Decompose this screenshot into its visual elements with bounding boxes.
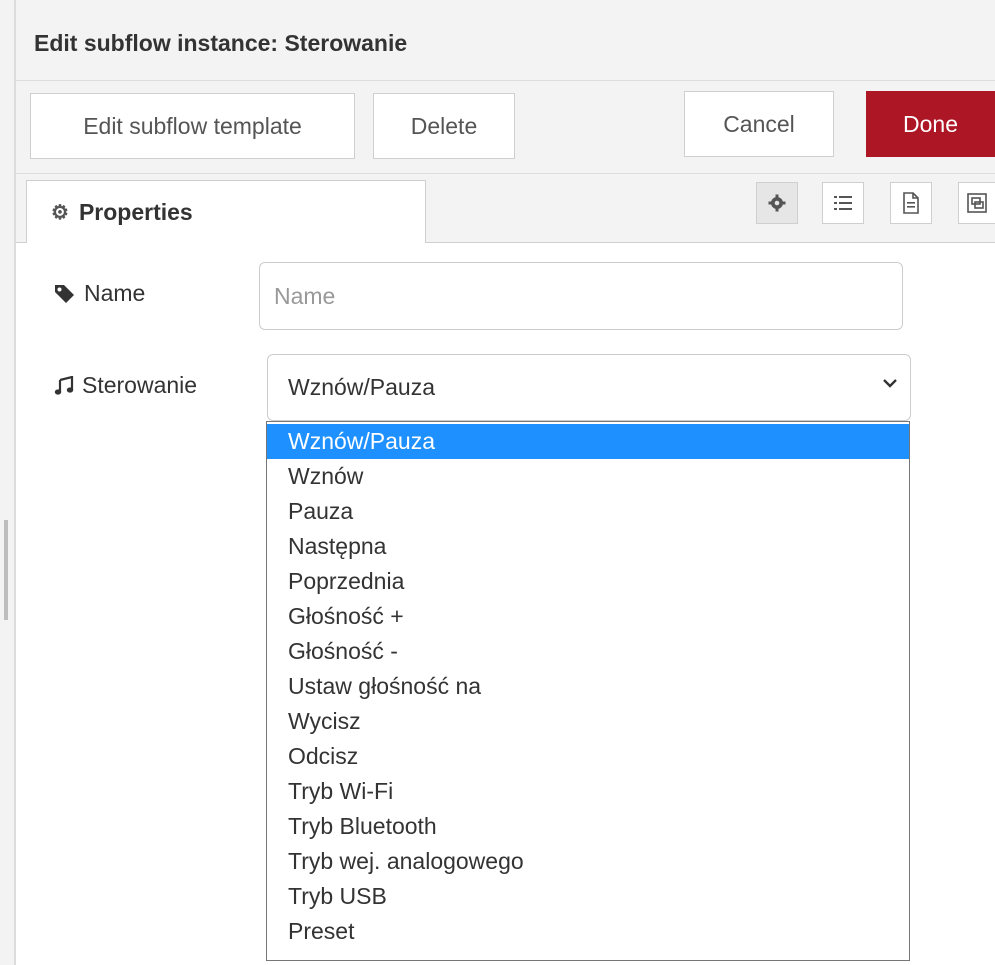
music-icon bbox=[54, 375, 74, 396]
control-dropdown-list: Wznów/Pauza Wznów Pauza Następna Poprzednia G… bbox=[266, 421, 910, 961]
name-label-text: Name bbox=[84, 280, 146, 306]
name-label: Name bbox=[54, 280, 145, 307]
dropdown-option[interactable]: Pauza bbox=[267, 494, 909, 529]
dropdown-option[interactable]: Następna bbox=[267, 529, 909, 564]
gear-icon: ⚙ bbox=[51, 201, 69, 224]
tab-properties[interactable]: ⚙ Properties bbox=[26, 180, 426, 243]
object-group-icon bbox=[967, 193, 987, 213]
dropdown-option[interactable]: Tryb Bluetooth bbox=[267, 809, 909, 844]
tab-bar: ⚙ Properties bbox=[16, 174, 995, 243]
edit-subflow-template-button[interactable]: Edit subflow template bbox=[30, 93, 355, 159]
control-select[interactable]: Wznów/Pauza bbox=[267, 354, 911, 421]
dialog-header: Edit subflow instance: Sterowanie bbox=[16, 0, 995, 81]
dropdown-option[interactable]: Poprzednia bbox=[267, 564, 909, 599]
dropdown-option[interactable]: Tryb USB bbox=[267, 879, 909, 914]
tab-description[interactable] bbox=[822, 182, 864, 224]
dialog-title: Edit subflow instance: Sterowanie bbox=[34, 30, 408, 56]
dropdown-option[interactable]: Głośność - bbox=[267, 634, 909, 669]
delete-button[interactable]: Delete bbox=[373, 93, 515, 159]
name-input[interactable] bbox=[259, 262, 903, 330]
dropdown-option[interactable]: Głośność + bbox=[267, 599, 909, 634]
tab-properties-icon[interactable] bbox=[756, 182, 798, 224]
tab-properties-label: Properties bbox=[78, 198, 193, 225]
dropdown-option[interactable]: Wycisz bbox=[267, 704, 909, 739]
dropdown-option[interactable]: Tryb wej. analogowego bbox=[267, 844, 909, 879]
dropdown-option[interactable]: Wznów/Pauza bbox=[267, 424, 909, 459]
dropdown-option[interactable]: Ustaw głośność na bbox=[267, 669, 909, 704]
list-icon bbox=[834, 196, 852, 210]
cancel-button[interactable]: Cancel bbox=[684, 91, 834, 157]
tab-appearance[interactable] bbox=[958, 182, 995, 224]
control-select-value: Wznów/Pauza bbox=[288, 374, 436, 400]
dropdown-option[interactable]: Odcisz bbox=[267, 739, 909, 774]
control-label: Sterowanie bbox=[54, 372, 197, 399]
dropdown-option[interactable]: Wznów bbox=[267, 459, 909, 494]
tab-documentation[interactable] bbox=[890, 182, 932, 224]
chevron-down-icon bbox=[883, 379, 897, 388]
done-button[interactable]: Done bbox=[866, 91, 995, 157]
resize-handle[interactable] bbox=[4, 520, 8, 620]
file-icon bbox=[903, 192, 919, 214]
gear-icon bbox=[768, 194, 786, 212]
edit-dialog: Edit subflow instance: Sterowanie Edit s… bbox=[16, 0, 995, 965]
dialog-toolbar: Edit subflow template Delete Cancel Done bbox=[16, 81, 995, 174]
control-label-text: Sterowanie bbox=[82, 372, 198, 398]
dropdown-option[interactable]: Preset bbox=[267, 914, 909, 949]
dropdown-option[interactable]: Tryb Wi-Fi bbox=[267, 774, 909, 809]
tag-icon bbox=[54, 284, 76, 304]
workspace-edge bbox=[0, 0, 16, 965]
